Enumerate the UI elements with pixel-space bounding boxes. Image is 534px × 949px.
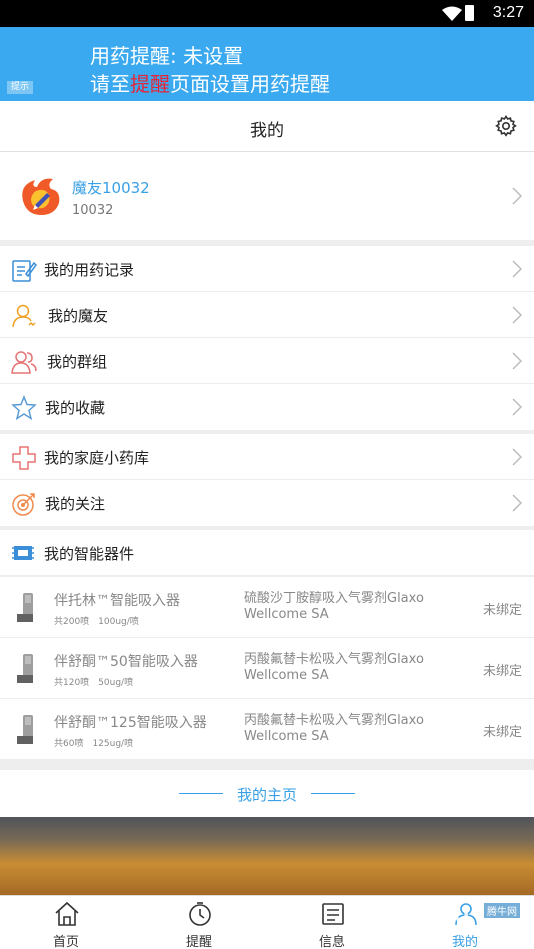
star-icon <box>11 395 37 421</box>
device-item[interactable]: 伴舒酮™50智能吸入器 共120喷 50ug/喷 丙酸氟替卡松吸入气雾剂Glax… <box>0 638 534 699</box>
avatar <box>22 178 60 215</box>
device-list: 伴托林™智能吸入器 共200喷 100ug/喷 硫酸沙丁胺醇吸入气雾剂Glaxo… <box>0 577 534 760</box>
device-spec: 共120喷 50ug/喷 <box>54 678 134 688</box>
tab-label-home: 首页 <box>52 935 79 949</box>
friend-icon <box>12 304 36 328</box>
banner-line1: 用药提醒: 未设置 <box>90 44 244 68</box>
wifi-icon <box>442 6 462 21</box>
device-name: 伴托林™智能吸入器 <box>54 593 180 609</box>
inhaler-icon <box>17 715 33 744</box>
chevron-right-icon <box>512 494 522 512</box>
menu-label-medicine-cabinet: 我的家庭小药库 <box>44 449 150 467</box>
group-icon <box>11 351 37 374</box>
menu-item-friends[interactable]: 我的魔友 <box>0 292 534 338</box>
menu-label-following: 我的关注 <box>45 495 106 513</box>
inhaler-icon <box>17 654 33 683</box>
device-status: 未绑定 <box>482 603 522 618</box>
site-watermark: QQTN.com 腾牛网 <box>326 893 534 949</box>
tab-reminder[interactable]: 提醒 <box>154 896 244 949</box>
chevron-right-icon <box>512 448 522 466</box>
chevron-right-icon <box>512 398 522 416</box>
menu-group-family: 我的家庭小药库 我的关注 <box>0 434 534 526</box>
profile-name: 魔友10032 <box>72 179 150 197</box>
page-header: 我的 <box>0 101 534 152</box>
menu-item-following[interactable]: 我的关注 <box>0 480 534 526</box>
menu-item-groups[interactable]: 我的群组 <box>0 338 534 384</box>
menu-item-medicine-cabinet[interactable]: 我的家庭小药库 <box>0 434 534 480</box>
device-name: 伴舒酮™50智能吸入器 <box>54 654 198 670</box>
battery-icon <box>465 5 474 21</box>
chevron-right-icon <box>512 352 522 370</box>
tab-home[interactable]: 首页 <box>21 896 111 949</box>
medication-record-icon <box>12 260 37 282</box>
menu-label-favorites: 我的收藏 <box>45 399 106 417</box>
menu-item-medication-record[interactable]: 我的用药记录 <box>0 246 534 292</box>
tab-label-reminder: 提醒 <box>185 935 212 949</box>
chevron-right-icon <box>512 187 522 205</box>
device-item[interactable]: 伴舒酮™125智能吸入器 共60喷 125ug/喷 丙酸氟替卡松吸入气雾剂Gla… <box>0 699 534 760</box>
device-status: 未绑定 <box>482 725 522 740</box>
clock-icon <box>189 902 211 926</box>
page-title: 我的 <box>250 121 284 141</box>
watermark-badge: 腾牛网 <box>484 903 520 918</box>
chip-icon <box>12 546 34 560</box>
reminder-banner[interactable]: 用药提醒: 未设置 请至提醒页面设置用药提醒 提示 <box>0 27 534 101</box>
menu-item-favorites[interactable]: 我的收藏 <box>0 384 534 430</box>
profile-card[interactable]: 魔友10032 10032 <box>0 152 534 240</box>
device-drug: 丙酸氟替卡松吸入气雾剂Glaxo Wellcome SA <box>244 652 424 683</box>
inhaler-icon <box>17 593 33 622</box>
medicine-cross-icon <box>12 446 36 470</box>
smart-devices-header: 我的智能器件 <box>0 530 534 576</box>
banner-reminder-link[interactable]: 提醒 <box>130 72 170 96</box>
chevron-right-icon <box>512 306 522 324</box>
chevron-right-icon <box>512 260 522 278</box>
banner-tip-badge: 提示 <box>7 81 34 94</box>
banner-line2-suffix: 页面设置用药提醒 <box>170 72 330 96</box>
menu-label-friends: 我的魔友 <box>48 307 109 325</box>
device-spec: 共200喷 100ug/喷 <box>54 617 139 627</box>
gear-icon[interactable] <box>494 114 518 138</box>
device-name: 伴舒酮™125智能吸入器 <box>54 715 207 731</box>
smart-devices-title: 我的智能器件 <box>44 545 135 563</box>
banner-line2-prefix: 请至 <box>90 72 130 96</box>
my-homepage-label: 我的主页 <box>236 786 297 804</box>
target-icon <box>12 493 35 516</box>
device-drug: 丙酸氟替卡松吸入气雾剂Glaxo Wellcome SA <box>244 713 424 744</box>
home-icon <box>55 901 79 926</box>
device-spec: 共60喷 125ug/喷 <box>54 739 134 749</box>
menu-label-groups: 我的群组 <box>47 353 108 371</box>
status-bar: 3:27 <box>0 0 534 27</box>
device-item[interactable]: 伴托林™智能吸入器 共200喷 100ug/喷 硫酸沙丁胺醇吸入气雾剂Glaxo… <box>0 577 534 638</box>
device-drug: 硫酸沙丁胺醇吸入气雾剂Glaxo Wellcome SA <box>244 591 424 622</box>
banner-line2: 请至提醒页面设置用药提醒 <box>90 68 330 97</box>
homepage-cover-image <box>0 817 534 895</box>
menu-group-personal: 我的用药记录 我的魔友 我的群组 我的收藏 <box>0 246 534 430</box>
profile-id: 10032 <box>72 203 114 218</box>
divider-line-right <box>311 793 355 794</box>
status-time: 3:27 <box>492 4 524 21</box>
menu-label-medication-record: 我的用药记录 <box>44 261 135 279</box>
device-status: 未绑定 <box>482 664 522 679</box>
my-homepage-link[interactable]: 我的主页 <box>0 770 534 817</box>
